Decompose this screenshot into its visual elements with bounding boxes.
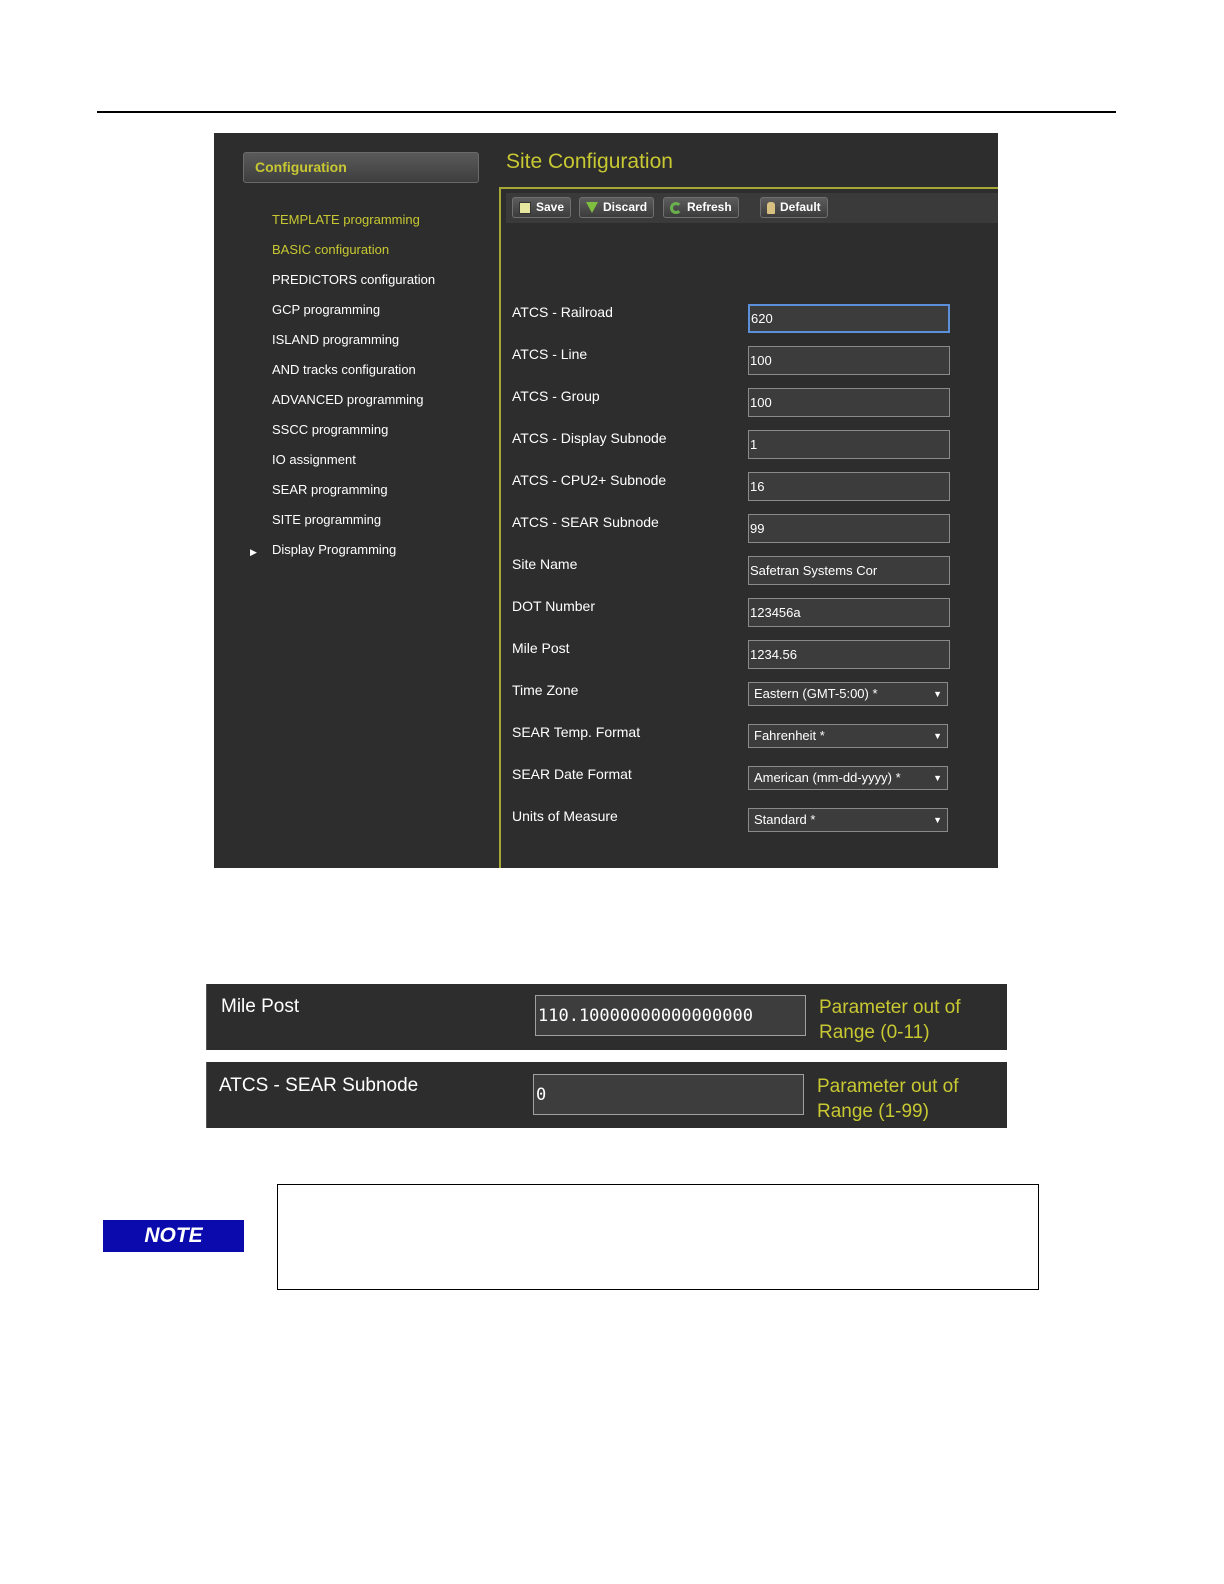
sidebar-item-io-assignment[interactable]: IO assignment [272, 450, 435, 480]
content-divider-top [499, 187, 998, 189]
discard-icon [586, 202, 598, 213]
default-label: Default [780, 200, 821, 214]
discard-button[interactable]: Discard [579, 197, 655, 218]
sidebar-item-sscc-programming[interactable]: SSCC programming [272, 420, 435, 450]
atcs-sear-subnode-input[interactable] [748, 514, 950, 543]
select-value: Fahrenheit * [754, 728, 825, 743]
sidebar-item-sear-programming[interactable]: SEAR programming [272, 480, 435, 510]
time-zone-select[interactable]: Eastern (GMT-5:00) * ▼ [748, 682, 948, 706]
error-field-label: Mile Post [221, 996, 300, 1017]
save-label: Save [536, 200, 565, 214]
sidebar-item-label: Display Programming [272, 542, 397, 557]
sidebar-item-gcp-programming[interactable]: GCP programming [272, 300, 435, 330]
atcs-line-input[interactable] [748, 346, 950, 375]
dot-number-input[interactable] [748, 598, 950, 627]
sidebar-item-and-tracks-configuration[interactable]: AND tracks configuration [272, 360, 435, 390]
error-panel-atcs-sear-subnode: ATCS - SEAR Subnode Parameter out of Ran… [206, 1062, 1007, 1128]
save-button[interactable]: Save [512, 197, 572, 218]
sidebar-nav: TEMPLATE programming BASIC configuration… [250, 210, 435, 570]
select-value: American (mm-dd-yyyy) * [754, 770, 901, 785]
field-label-atcs-group: ATCS - Group [512, 388, 600, 404]
atcs-railroad-input[interactable] [748, 304, 950, 333]
field-label-site-name: Site Name [512, 556, 578, 572]
sidebar-item-site-programming[interactable]: SITE programming [272, 510, 435, 540]
mile-post-error-input[interactable] [535, 995, 806, 1036]
atcs-cpu2-subnode-input[interactable] [748, 472, 950, 501]
configuration-header[interactable]: Configuration [243, 152, 479, 183]
toolbar: Save Discard Refresh Default [506, 193, 998, 223]
default-button[interactable]: Default [760, 197, 828, 218]
discard-label: Discard [603, 200, 648, 214]
sidebar-item-predictors-configuration[interactable]: PREDICTORS configuration [272, 270, 435, 300]
error-field-label: ATCS - SEAR Subnode [219, 1075, 419, 1096]
site-name-input[interactable] [748, 556, 950, 585]
content-divider-left [499, 188, 501, 868]
field-label-atcs-railroad: ATCS - Railroad [512, 304, 613, 320]
select-value: Standard * [754, 812, 816, 827]
field-label-dot-number: DOT Number [512, 598, 595, 614]
sidebar-item-advanced-programming[interactable]: ADVANCED programming [272, 390, 435, 420]
error-message: Parameter out of Range (1-99) [817, 1076, 959, 1122]
note-badge: NOTE [103, 1220, 244, 1252]
field-label-atcs-sear-subnode: ATCS - SEAR Subnode [512, 514, 659, 530]
field-label-atcs-cpu2-subnode: ATCS - CPU2+ Subnode [512, 472, 667, 488]
atcs-display-subnode-input[interactable] [748, 430, 950, 459]
refresh-button[interactable]: Refresh [663, 197, 739, 218]
note-box [277, 1184, 1039, 1290]
dropdown-caret-icon: ▼ [933, 773, 942, 783]
sidebar-item-template-programming[interactable]: TEMPLATE programming [272, 210, 435, 240]
field-label-time-zone: Time Zone [512, 682, 579, 698]
default-icon [767, 201, 775, 214]
units-of-measure-select[interactable]: Standard * ▼ [748, 808, 948, 832]
page-title: Site Configuration [506, 150, 673, 173]
field-label-atcs-display-subnode: ATCS - Display Subnode [512, 430, 667, 446]
refresh-icon [670, 201, 682, 214]
expand-arrow-icon[interactable]: ▶ [250, 542, 257, 562]
sidebar-item-display-programming[interactable]: ▶ Display Programming [250, 540, 435, 570]
dropdown-caret-icon: ▼ [933, 689, 942, 699]
mile-post-input[interactable] [748, 640, 950, 669]
top-rule [97, 111, 1116, 113]
error-message: Parameter out of Range (0-11) [819, 997, 961, 1043]
site-configuration-screenshot: Configuration TEMPLATE programming BASIC… [214, 133, 998, 868]
atcs-group-input[interactable] [748, 388, 950, 417]
field-label-units-of-measure: Units of Measure [512, 808, 618, 824]
select-value: Eastern (GMT-5:00) * [754, 686, 878, 701]
field-label-mile-post: Mile Post [512, 640, 570, 656]
field-label-atcs-line: ATCS - Line [512, 346, 588, 362]
field-label-sear-date-format: SEAR Date Format [512, 766, 632, 782]
field-label-sear-temp-format: SEAR Temp. Format [512, 724, 641, 740]
atcs-sear-subnode-error-input[interactable] [533, 1074, 804, 1115]
sidebar-item-island-programming[interactable]: ISLAND programming [272, 330, 435, 360]
sear-temp-format-select[interactable]: Fahrenheit * ▼ [748, 724, 948, 748]
dropdown-caret-icon: ▼ [933, 815, 942, 825]
save-icon [519, 201, 531, 214]
refresh-label: Refresh [687, 200, 732, 214]
error-panel-mile-post: Mile Post Parameter out of Range (0-11) [206, 984, 1007, 1050]
sear-date-format-select[interactable]: American (mm-dd-yyyy) * ▼ [748, 766, 948, 790]
sidebar-item-basic-configuration[interactable]: BASIC configuration [272, 240, 435, 270]
dropdown-caret-icon: ▼ [933, 731, 942, 741]
